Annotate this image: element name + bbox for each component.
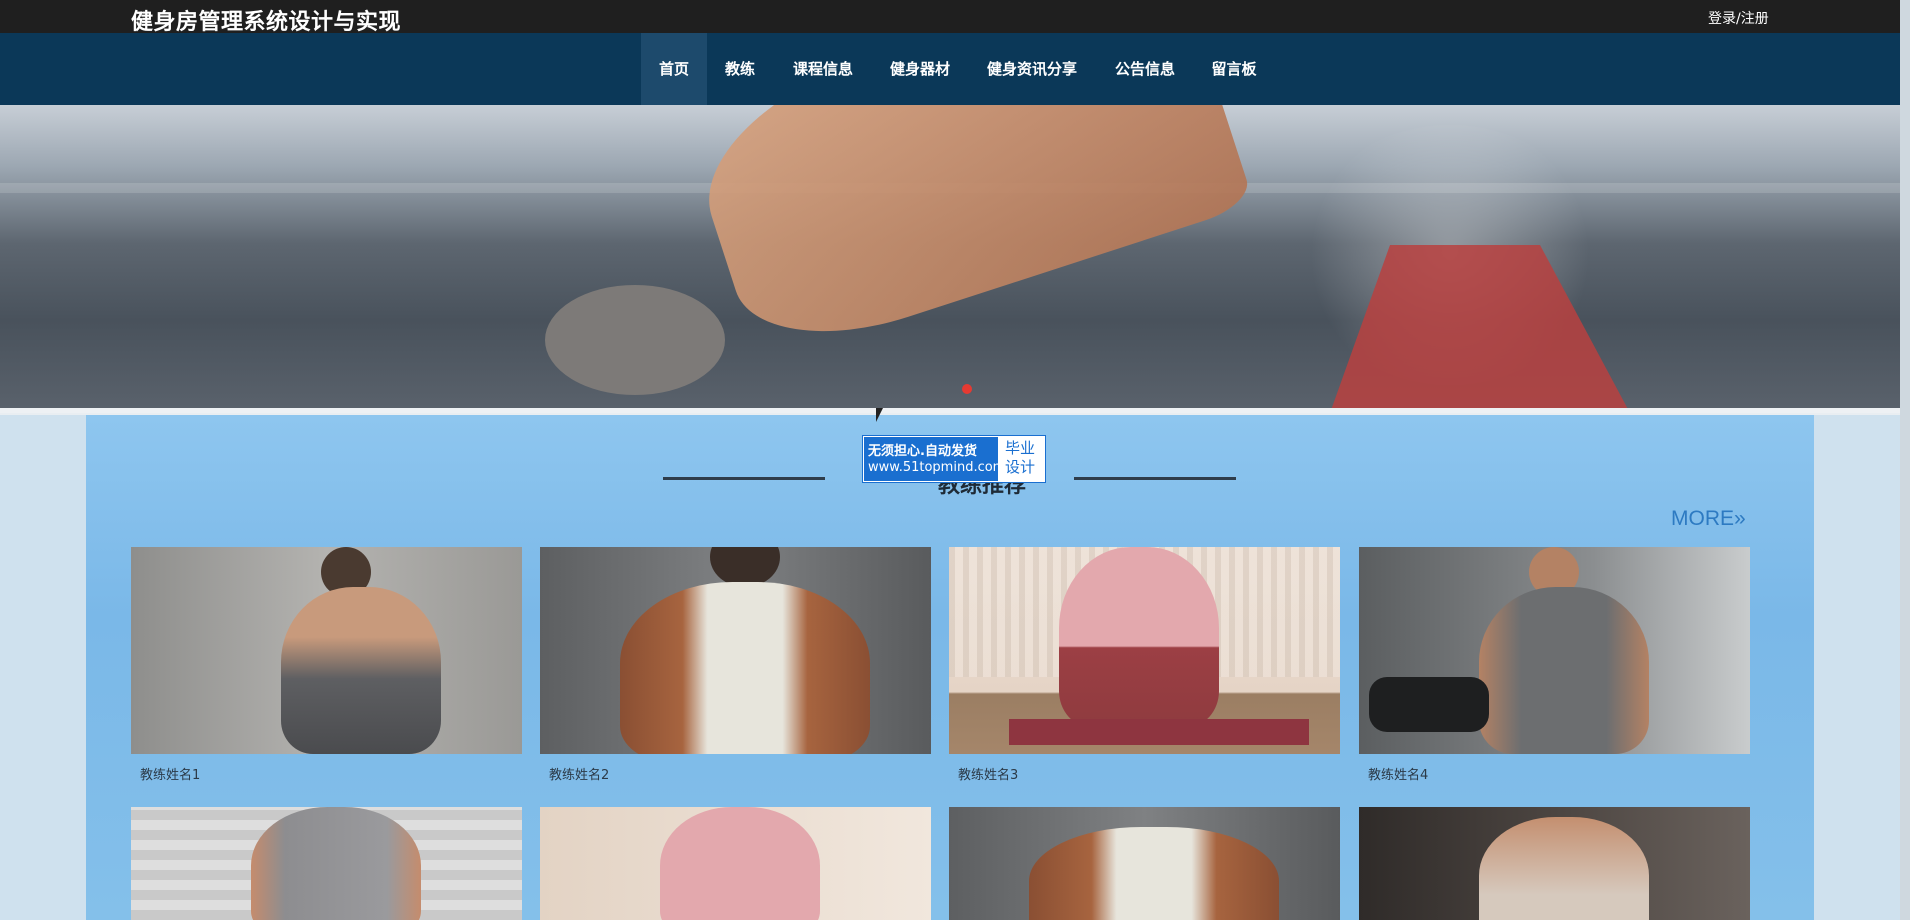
login-register-link[interactable]: 登录/注册	[1708, 8, 1769, 28]
coach-name: 教练姓名1	[140, 768, 201, 783]
watermark-badge-line1: 毕业	[1005, 439, 1036, 457]
coach-photo	[131, 547, 522, 754]
coach-photo	[949, 807, 1340, 920]
photo-figure-body	[251, 807, 421, 920]
content-side-right	[1814, 415, 1900, 920]
hero-bottom-edge	[0, 408, 1900, 413]
section-divider-right	[1074, 477, 1236, 480]
coach-photo	[131, 807, 522, 920]
photo-figure-body	[1029, 827, 1279, 920]
watermark-badge: 无须担心.自动发货 www.51topmind.com 毕业 设计	[862, 435, 1046, 483]
main-nav: 首页 教练 课程信息 健身器材 健身资讯分享 公告信息 留言板	[0, 33, 1900, 105]
nav-item-coaches[interactable]: 教练	[713, 33, 767, 105]
nav-item-notices[interactable]: 公告信息	[1106, 33, 1184, 105]
photo-figure-head	[710, 547, 780, 587]
coach-name: 教练姓名2	[549, 768, 610, 783]
photo-figure-body	[281, 587, 441, 754]
watermark-line2: www.51topmind.com	[868, 460, 1006, 475]
photo-figure-body	[1479, 817, 1649, 920]
nav-item-news[interactable]: 健身资讯分享	[980, 33, 1084, 105]
mouse-cursor-icon	[876, 408, 883, 422]
section-divider-left	[663, 477, 825, 480]
nav-item-equipment[interactable]: 健身器材	[881, 33, 959, 105]
coach-photo	[540, 547, 931, 754]
watermark-text-block: 无须担心.自动发货 www.51topmind.com	[864, 437, 1005, 481]
more-link[interactable]: MORE»	[1671, 507, 1746, 531]
top-bar: 健身房管理系统设计与实现 登录/注册	[0, 0, 1910, 35]
content-side-left	[0, 415, 86, 920]
hero-banner[interactable]	[0, 105, 1900, 413]
carousel-dot[interactable]	[962, 384, 972, 394]
nav-item-guestbook[interactable]: 留言板	[1204, 33, 1264, 105]
coach-photo	[540, 807, 931, 920]
watermark-badge-line2: 设计	[1005, 458, 1036, 476]
dumbbell-icon	[1369, 677, 1489, 732]
photo-figure-body	[660, 807, 820, 920]
coach-name: 教练姓名3	[958, 768, 1019, 783]
coach-name: 教练姓名4	[1368, 768, 1429, 783]
photo-figure-body	[1059, 547, 1219, 727]
photo-figure-body	[620, 582, 870, 754]
nav-item-home[interactable]: 首页	[641, 33, 707, 105]
hero-swimmer-head	[545, 285, 725, 395]
watermark-badge-text: 毕业 设计	[1005, 439, 1041, 477]
photo-figure-body	[1479, 587, 1649, 754]
site-title: 健身房管理系统设计与实现	[131, 10, 402, 35]
coach-photo	[1359, 547, 1750, 754]
coach-photo	[949, 547, 1340, 754]
photo-yoga-mat	[1009, 719, 1309, 745]
nav-item-courses[interactable]: 课程信息	[784, 33, 862, 105]
coach-photo	[1359, 807, 1750, 920]
page-right-edge	[1900, 0, 1910, 920]
watermark-line1: 无须担心.自动发货	[868, 444, 977, 459]
coach-section: 教练推荐 MORE» 教练姓名1 教练姓名2 教练姓名3 教练姓名4	[86, 415, 1814, 920]
hero-swimmer-arm	[679, 105, 1255, 365]
